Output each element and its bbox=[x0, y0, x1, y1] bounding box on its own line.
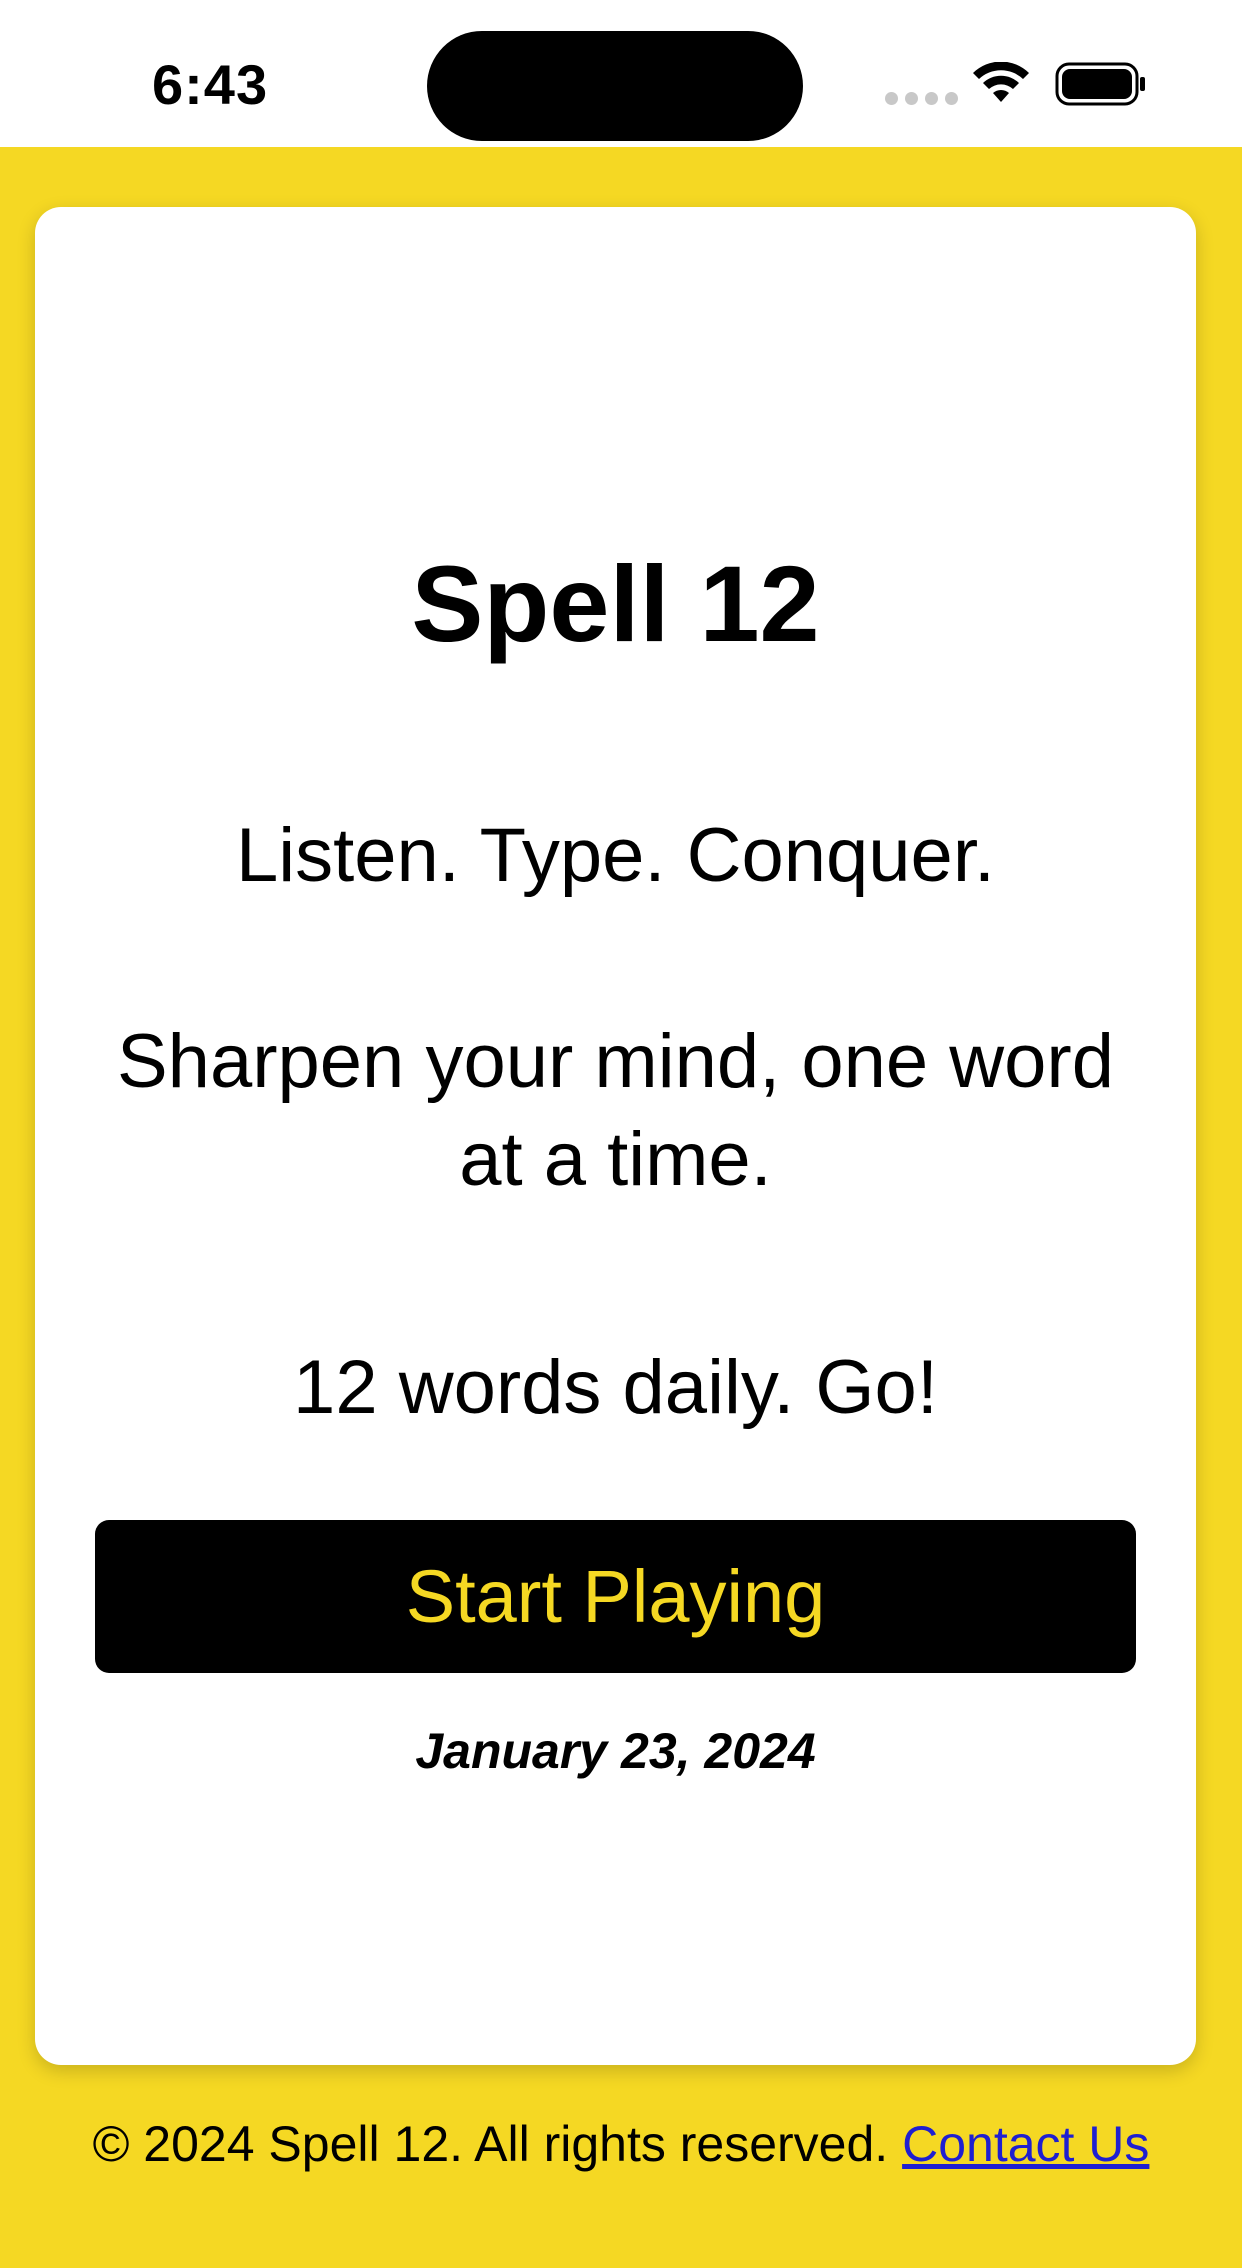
status-bar: 6:43 bbox=[0, 0, 1242, 147]
copyright-text: © 2024 Spell 12. All rights reserved. bbox=[92, 2116, 889, 2172]
subline: Sharpen your mind, one word at a time. bbox=[116, 1019, 1115, 1202]
dynamic-island bbox=[427, 31, 803, 141]
tagline: Listen. Type. Conquer. bbox=[235, 813, 996, 898]
footer: © 2024 Spell 12. All rights reserved. Co… bbox=[0, 2115, 1242, 2173]
cellular-signal-icon bbox=[885, 92, 958, 105]
daily-words-text: 12 words daily. Go! bbox=[293, 1345, 938, 1430]
contact-us-link[interactable]: Contact Us bbox=[902, 2116, 1149, 2172]
wifi-icon bbox=[973, 62, 1029, 102]
current-date: January 23, 2024 bbox=[415, 1723, 816, 1779]
start-playing-button[interactable]: Start Playing bbox=[95, 1520, 1136, 1673]
welcome-card: Spell 12 Listen. Type. Conquer. Sharpen … bbox=[35, 207, 1196, 2065]
battery-icon bbox=[1055, 62, 1145, 106]
status-time: 6:43 bbox=[152, 53, 269, 116]
page-title: Spell 12 bbox=[411, 543, 820, 664]
